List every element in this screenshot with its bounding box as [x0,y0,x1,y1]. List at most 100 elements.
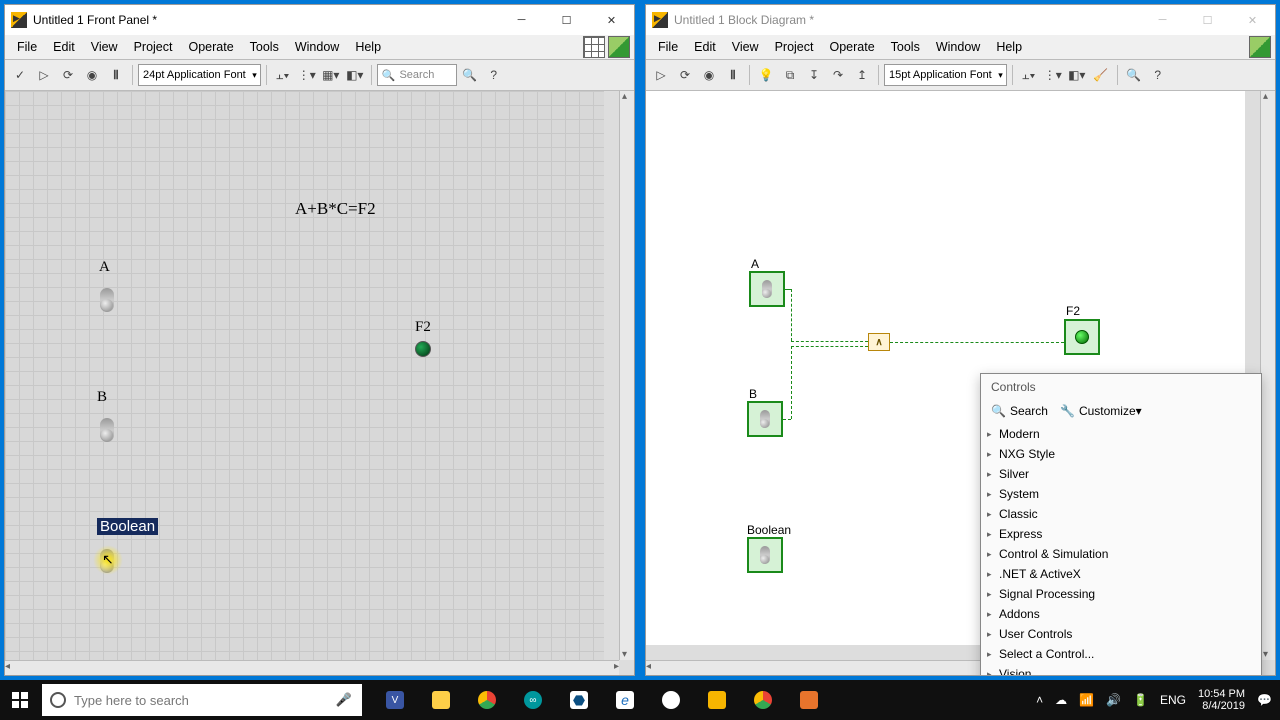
fp-maximize-button[interactable]: ☐ [544,5,589,35]
bd-menu-project[interactable]: Project [767,38,822,56]
fp-vertical-scrollbar[interactable] [619,91,634,660]
distribute-icon[interactable]: ⋮▾ [296,64,318,86]
run-cont-icon[interactable]: ⟳ [57,64,79,86]
palette-item-modern[interactable]: Modern [981,424,1261,444]
fp-menu-view[interactable]: View [83,38,126,56]
tray-wifi-icon[interactable]: 📶 [1079,693,1094,707]
task-app-icon[interactable] [786,680,832,720]
fp-menu-window[interactable]: Window [287,38,347,56]
palette-item-system[interactable]: System [981,484,1261,504]
task-arduino-icon[interactable]: ∞ [510,680,556,720]
task-visio-icon[interactable]: V [372,680,418,720]
bd-vi-icon[interactable] [1249,36,1271,58]
tray-notifications-icon[interactable]: 💬 [1257,693,1272,707]
cleanup-icon[interactable]: 🧹 [1090,64,1112,86]
tray-language[interactable]: ENG [1160,693,1186,707]
palette-item-selectctrl[interactable]: Select a Control... [981,644,1261,664]
bd-node-f2[interactable] [1064,319,1100,355]
start-button[interactable] [0,680,40,720]
bd-run-cont-icon[interactable]: ⟳ [674,64,696,86]
toggle-switch-a[interactable] [100,288,114,312]
bd-close-button[interactable]: ✕ [1230,5,1275,35]
bd-maximize-button[interactable]: ☐ [1185,5,1230,35]
bd-menu-edit[interactable]: Edit [686,38,724,56]
help-icon[interactable]: ? [483,64,505,86]
step-in-icon[interactable]: ↧ [803,64,825,86]
highlight-exec-icon[interactable]: 💡 [755,64,777,86]
task-vscode-icon[interactable]: ⬣ [556,680,602,720]
fp-minimize-button[interactable]: ─ [499,5,544,35]
taskbar-search-input[interactable]: Type here to search 🎤 [42,684,362,716]
task-explorer-icon[interactable] [418,680,464,720]
label-boolean-selected[interactable]: Boolean [97,518,158,535]
resize-icon[interactable]: ▦▾ [320,64,342,86]
palette-item-express[interactable]: Express [981,524,1261,544]
step-over-icon[interactable]: ↷ [827,64,849,86]
palette-item-classic[interactable]: Classic [981,504,1261,524]
retain-wire-icon[interactable]: ⧉ [779,64,801,86]
task-chrome2-icon[interactable] [740,680,786,720]
tray-clock[interactable]: 10:54 PM 8/4/2019 [1198,688,1245,712]
bd-align-icon[interactable]: ⫠▾ [1018,64,1040,86]
bd-minimize-button[interactable]: ─ [1140,5,1185,35]
bd-node-boolean[interactable] [747,537,783,573]
task-ie-icon[interactable]: e [602,680,648,720]
fp-close-button[interactable]: ✕ [589,5,634,35]
bd-node-a[interactable] [749,271,785,307]
fp-horizontal-scrollbar[interactable] [5,660,619,675]
fp-menu-operate[interactable]: Operate [180,38,241,56]
fp-menu-help[interactable]: Help [347,38,389,56]
tray-cloud-icon[interactable]: ☁ [1055,693,1067,707]
tray-battery-icon[interactable]: 🔋 [1133,693,1148,707]
bd-menu-view[interactable]: View [724,38,767,56]
palette-item-vision[interactable]: Vision [981,664,1261,675]
bd-node-b[interactable] [747,401,783,437]
palette-item-addons[interactable]: Addons [981,604,1261,624]
font-dropdown[interactable]: 24pt Application Font [138,64,261,86]
palette-item-dotnet[interactable]: .NET & ActiveX [981,564,1261,584]
bd-title-bar[interactable]: Untitled 1 Block Diagram * ─ ☐ ✕ [646,5,1275,35]
controls-palette[interactable]: Controls 🔍Search 🔧Customize▾ Modern NXG … [980,373,1262,675]
step-out-icon[interactable]: ↥ [851,64,873,86]
abort-icon[interactable]: ◉ [81,64,103,86]
fp-title-bar[interactable]: Untitled 1 Front Panel * ─ ☐ ✕ [5,5,634,35]
bd-distribute-icon[interactable]: ⋮▾ [1042,64,1064,86]
task-chrome-icon[interactable] [464,680,510,720]
palette-item-silver[interactable]: Silver [981,464,1261,484]
fp-search-input[interactable]: 🔍Search [377,64,457,86]
tray-volume-icon[interactable]: 🔊 [1106,693,1121,707]
search-go-icon[interactable]: 🔍 [459,64,481,86]
bd-menu-operate[interactable]: Operate [821,38,882,56]
bd-vertical-scrollbar[interactable] [1260,91,1275,660]
palette-item-nxg[interactable]: NXG Style [981,444,1261,464]
bd-menu-window[interactable]: Window [928,38,988,56]
led-f2[interactable] [415,341,431,357]
align-icon[interactable]: ⫠▾ [272,64,294,86]
vi-icon[interactable] [608,36,630,58]
tray-up-icon[interactable]: ˄ [1036,693,1043,707]
broken-run-icon[interactable]: ✓ [9,64,31,86]
palette-item-user[interactable]: User Controls [981,624,1261,644]
connector-pane-icon[interactable] [583,36,605,58]
palette-item-controlsim[interactable]: Control & Simulation [981,544,1261,564]
bd-abort-icon[interactable]: ◉ [698,64,720,86]
palette-item-signal[interactable]: Signal Processing [981,584,1261,604]
bd-menu-help[interactable]: Help [988,38,1030,56]
bd-menu-file[interactable]: File [650,38,686,56]
task-labview-icon[interactable] [694,680,740,720]
task-snagit-icon[interactable] [648,680,694,720]
bd-help-icon[interactable]: ? [1147,64,1169,86]
palette-search[interactable]: 🔍Search [991,404,1048,418]
reorder-icon[interactable]: ◧▾ [344,64,366,86]
pause-icon[interactable]: Ⅱ [105,64,127,86]
fp-canvas[interactable]: A+B*C=F2 A F2 B Boolean ↖ [5,91,604,675]
bd-pause-icon[interactable]: Ⅱ [722,64,744,86]
fp-menu-file[interactable]: File [9,38,45,56]
bd-search-icon[interactable]: 🔍 [1123,64,1145,86]
fp-menu-project[interactable]: Project [126,38,181,56]
bd-menu-tools[interactable]: Tools [883,38,928,56]
fp-menu-edit[interactable]: Edit [45,38,83,56]
palette-customize[interactable]: 🔧Customize▾ [1060,404,1142,418]
bd-reorder-icon[interactable]: ◧▾ [1066,64,1088,86]
bd-font-dropdown[interactable]: 15pt Application Font [884,64,1007,86]
